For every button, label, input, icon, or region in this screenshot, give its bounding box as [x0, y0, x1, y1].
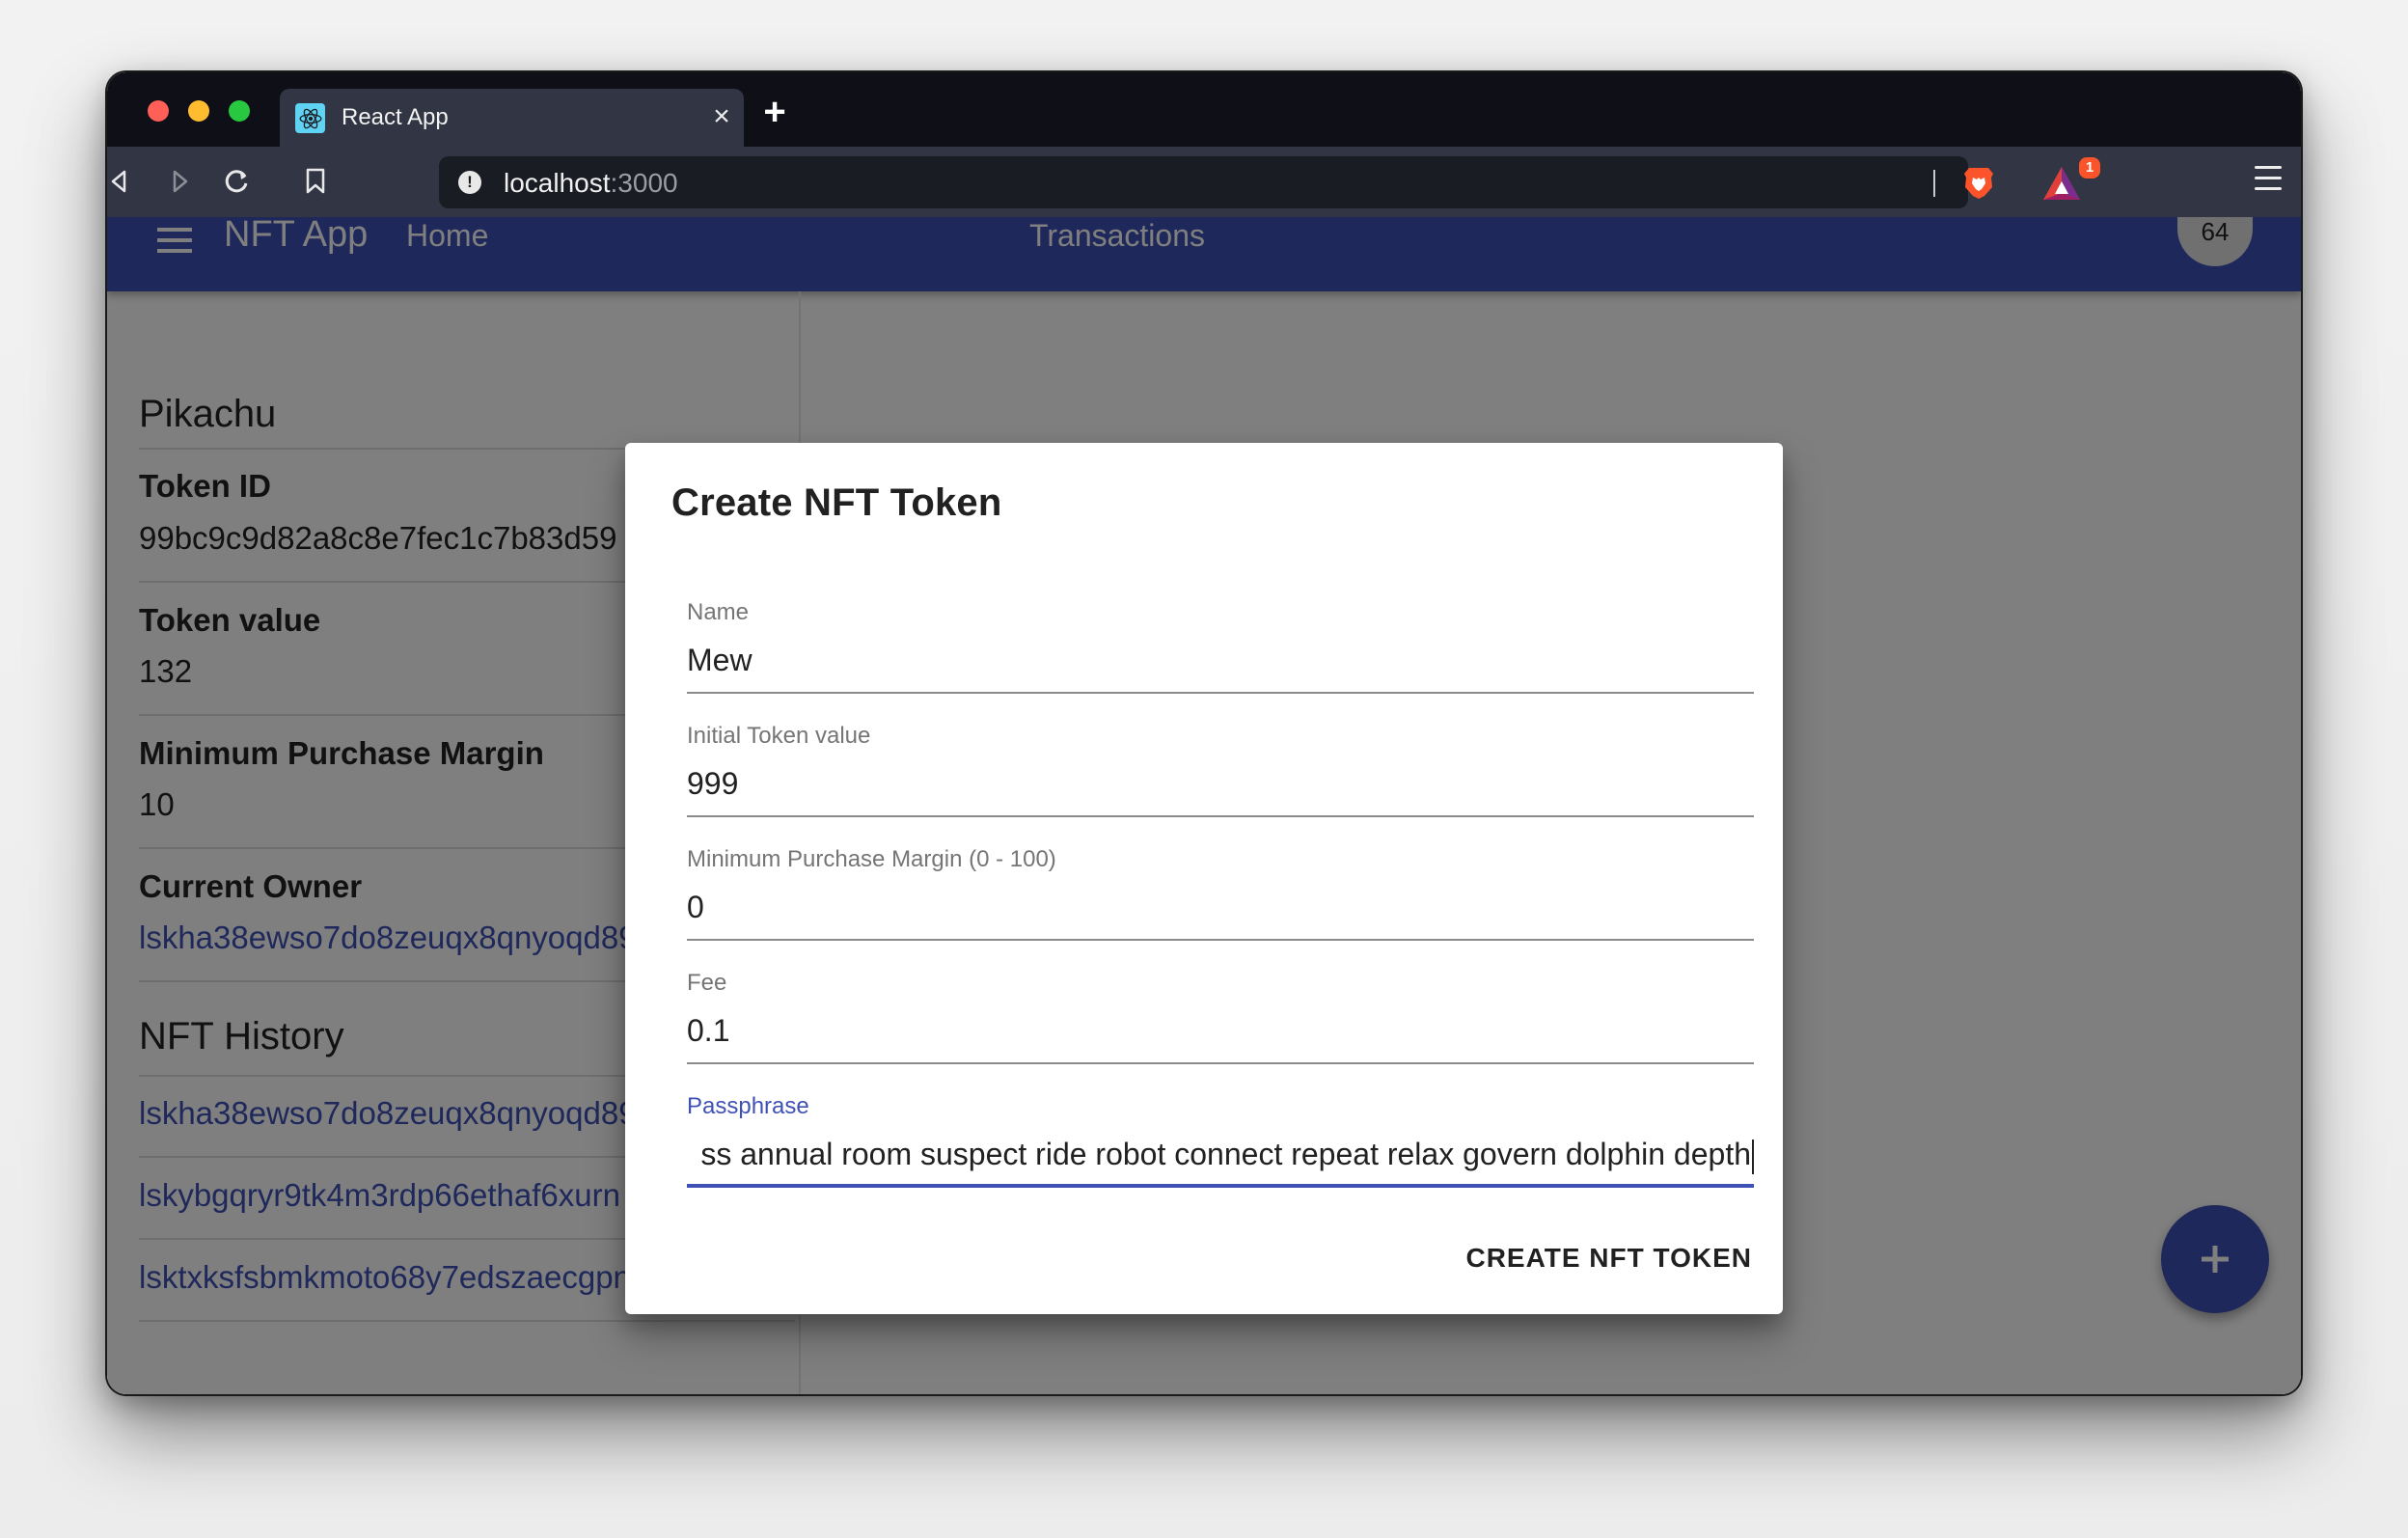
min-margin-input[interactable]	[687, 883, 1754, 931]
page-viewport: NFT App Home Transactions 64 Pikachu Tok…	[107, 217, 2301, 1394]
back-icon	[111, 170, 126, 193]
brave-shields-icon[interactable]	[1963, 166, 1994, 201]
passphrase-value: ss annual room suspect ride robot connec…	[700, 1137, 1751, 1171]
text-caret	[1752, 1139, 1754, 1174]
dialog-title: Create NFT Token	[671, 481, 1002, 524]
name-underline	[687, 692, 1754, 694]
min-margin-underline	[687, 939, 1754, 941]
initial-value-underline	[687, 815, 1754, 817]
brave-rewards-icon[interactable]	[2040, 164, 2083, 203]
initial-value-label: Initial Token value	[687, 723, 871, 749]
browser-tab[interactable]: React App ×	[280, 89, 744, 147]
create-nft-token-button[interactable]: CREATE NFT TOKEN	[1465, 1235, 1752, 1281]
fee-field: Fee	[687, 970, 1754, 1071]
tab-strip: React App × +	[107, 72, 2301, 147]
tab-title: React App	[342, 104, 449, 130]
site-info-warning-icon[interactable]: !	[458, 171, 481, 194]
bookmark-icon	[306, 168, 325, 194]
forward-icon	[173, 170, 188, 193]
url-text[interactable]: localhost:3000	[504, 168, 678, 199]
fee-input[interactable]	[687, 1006, 1754, 1055]
minimize-window-button[interactable]	[188, 100, 209, 122]
browser-toolbar: ! localhost:3000 1	[107, 147, 2301, 217]
name-input[interactable]	[687, 636, 1754, 684]
reload-button[interactable]	[217, 162, 256, 201]
passphrase-input[interactable]: ss annual room suspect ride robot connec…	[687, 1093, 1754, 1190]
passphrase-field: Passphrase ss annual room suspect ride r…	[687, 1093, 1754, 1195]
initial-value-field: Initial Token value	[687, 723, 1754, 824]
name-label: Name	[687, 599, 750, 625]
forward-button[interactable]	[161, 162, 200, 201]
fee-underline	[687, 1062, 1754, 1064]
close-window-button[interactable]	[148, 100, 169, 122]
close-tab-icon[interactable]: ×	[707, 100, 736, 133]
initial-value-input[interactable]	[687, 759, 1754, 808]
new-tab-button[interactable]: +	[755, 93, 794, 132]
bookmark-button[interactable]	[296, 162, 335, 201]
min-margin-field-label: Minimum Purchase Margin (0 - 100)	[687, 846, 1056, 872]
browser-menu-button[interactable]	[2255, 166, 2282, 195]
passphrase-underline	[687, 1184, 1754, 1188]
rewards-badge: 1	[2079, 157, 2100, 179]
react-logo-icon	[295, 103, 325, 133]
back-button[interactable]	[107, 162, 138, 201]
name-field: Name	[687, 599, 1754, 700]
maximize-window-button[interactable]	[229, 100, 250, 122]
fee-label: Fee	[687, 970, 727, 996]
reload-icon	[225, 170, 248, 193]
address-bar[interactable]: ! localhost:3000 1	[439, 156, 2100, 208]
browser-window: React App × + ! localhost:3000 1 Create …	[107, 72, 2301, 1394]
create-nft-dialog: Create NFT Token Name Initial Token valu…	[625, 443, 1783, 1314]
min-margin-field: Minimum Purchase Margin (0 - 100)	[687, 846, 1754, 948]
url-separator	[1933, 170, 1935, 197]
